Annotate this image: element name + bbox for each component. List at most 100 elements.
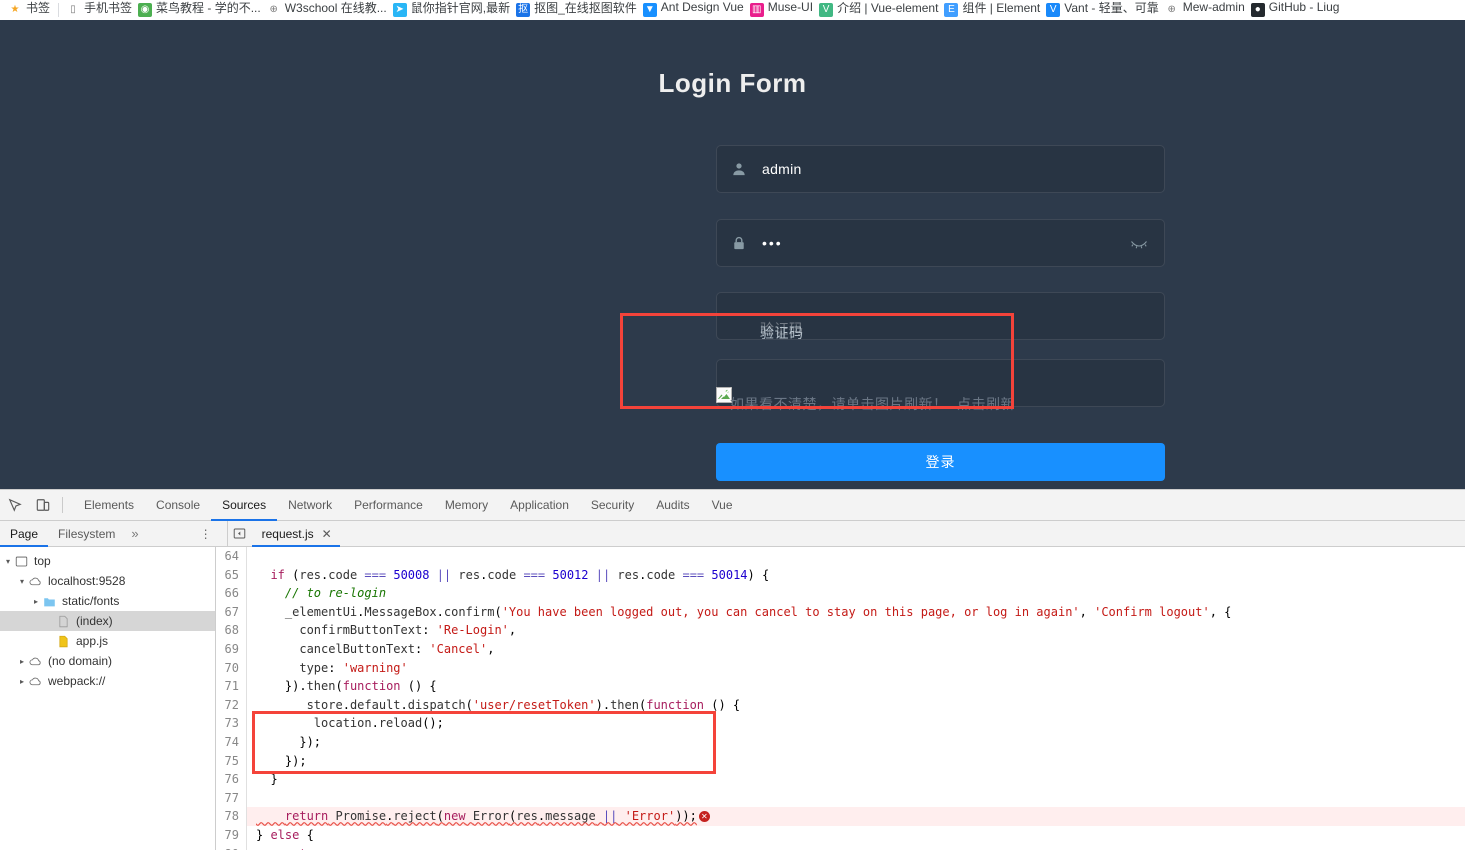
code-editor[interactable]: 6465 if (res.code === 50008 || res.code …: [217, 547, 1465, 850]
editor-file-tab[interactable]: request.js ✕: [252, 521, 340, 547]
close-icon[interactable]: ✕: [322, 521, 332, 547]
code-line[interactable]: 73 location.reload();: [217, 714, 1465, 733]
code-line[interactable]: 74 });: [217, 733, 1465, 752]
code-line[interactable]: 72 _store.default.dispatch('user/resetTo…: [217, 696, 1465, 715]
code-line[interactable]: 75 });: [217, 752, 1465, 771]
captcha-alt-text: 如果看不清楚，请单击图片刷新！: [730, 394, 948, 414]
code-line[interactable]: 79} else {: [217, 826, 1465, 845]
twisty-expanded-icon[interactable]: ▾: [16, 577, 28, 586]
code-line-text: [247, 547, 256, 566]
code-line-error[interactable]: 78 return Promise.reject(new Error(res.m…: [217, 807, 1465, 826]
code-line[interactable]: 65 if (res.code === 50008 || res.code ==…: [217, 566, 1465, 585]
bookmark-label: Vant - 轻量、可靠: [1064, 0, 1158, 16]
tree-row[interactable]: ▸ (no domain): [0, 651, 215, 671]
tab-performance[interactable]: Performance: [343, 490, 434, 521]
line-number: 65: [217, 566, 247, 585]
bookmark-item-4[interactable]: ⊕W3school 在线教...: [267, 0, 387, 20]
code-line[interactable]: 71 }).then(function () {: [217, 677, 1465, 696]
element-icon: E: [944, 3, 958, 17]
bookmark-label: 鼠你指针官网,最新: [411, 0, 510, 16]
tab-vue[interactable]: Vue: [701, 490, 744, 521]
bookmark-item-8[interactable]: ▥Muse-UI: [750, 0, 813, 20]
tree-row-label: top: [34, 554, 51, 568]
login-submit-button[interactable]: 登录: [716, 443, 1165, 481]
tab-security[interactable]: Security: [580, 490, 645, 521]
bookmark-item-6[interactable]: 抠抠图_在线抠图软件: [516, 0, 637, 20]
code-line[interactable]: 77: [217, 789, 1465, 808]
navigator-tab-list[interactable]: PageFilesystem: [0, 521, 125, 547]
eye-closed-icon[interactable]: [1130, 234, 1148, 252]
line-number: 68: [217, 621, 247, 640]
toolbar-divider: [62, 497, 63, 513]
bookmark-item-3[interactable]: ◉菜鸟教程 - 学的不...: [138, 0, 261, 20]
github-icon: ●: [1251, 3, 1265, 17]
code-line-text: }).then(function () {: [247, 677, 437, 696]
code-line[interactable]: 69 cancelButtonText: 'Cancel',: [217, 640, 1465, 659]
tree-row-label: localhost:9528: [48, 574, 125, 588]
twisty-collapsed-icon[interactable]: ▸: [16, 677, 28, 686]
code-line[interactable]: 76 }: [217, 770, 1465, 789]
bookmark-label: 组件 | Element: [962, 0, 1040, 16]
bookmark-item-12[interactable]: ⊕Mew-admin: [1165, 0, 1245, 20]
username-field[interactable]: admin: [716, 145, 1165, 193]
runoob-icon: ◉: [138, 3, 152, 17]
code-line-text: if (res.code === 50008 || res.code === 5…: [247, 566, 769, 585]
tree-row[interactable]: ▾ localhost:9528: [0, 571, 215, 591]
subtab-page[interactable]: Page: [0, 521, 48, 547]
captcha-refresh-link[interactable]: 点击刷新: [957, 394, 1015, 414]
bookmark-item-11[interactable]: VVant - 轻量、可靠: [1046, 0, 1158, 20]
sources-file-tree[interactable]: ▾ top ▾ localhost:9528 ▸static/fonts (index) a…: [0, 547, 216, 850]
tree-row-label: webpack://: [48, 674, 105, 688]
bookmark-label: Ant Design Vue: [661, 0, 744, 14]
bookmark-item-9[interactable]: V介绍 | Vue-element: [819, 0, 938, 20]
tab-application[interactable]: Application: [499, 490, 580, 521]
tree-row[interactable]: app.js: [0, 631, 215, 651]
username-value: admin: [762, 161, 802, 177]
tab-console[interactable]: Console: [145, 490, 211, 521]
tree-row[interactable]: ▸ webpack://: [0, 671, 215, 691]
bookmark-item-5[interactable]: ➤鼠你指针官网,最新: [393, 0, 510, 20]
muse-icon: ▥: [750, 3, 764, 17]
code-line-text: type: 'warning': [247, 659, 408, 678]
navigator-menu-kebab-icon[interactable]: ⋮: [197, 530, 215, 538]
device-toolbar-icon[interactable]: [30, 492, 56, 518]
tab-network[interactable]: Network: [277, 490, 343, 521]
password-field[interactable]: •••: [716, 219, 1165, 267]
bookmarks-bar[interactable]: ★书签 ▯手机书签 ◉菜鸟教程 - 学的不... ⊕W3school 在线教... ➤鼠…: [0, 0, 1465, 20]
twisty-expanded-icon[interactable]: ▾: [2, 557, 14, 566]
tree-row-label: (no domain): [48, 654, 112, 668]
tree-row[interactable]: ▾ top: [0, 551, 215, 571]
code-line-text: return Promise.reject(new Error(res.mess…: [247, 807, 710, 826]
code-line-text: }: [247, 770, 278, 789]
inspect-element-icon[interactable]: [2, 492, 28, 518]
bookmark-item-13[interactable]: ●GitHub - Liug: [1251, 0, 1340, 20]
code-line[interactable]: 66 // to re-login: [217, 584, 1465, 603]
code-line[interactable]: 68 confirmButtonText: 'Re-Login',: [217, 621, 1465, 640]
tree-row[interactable]: (index): [0, 611, 215, 631]
tab-sources[interactable]: Sources: [211, 490, 277, 521]
lock-icon: [732, 236, 746, 250]
tree-row-label: (index): [76, 614, 113, 628]
tab-elements[interactable]: Elements: [73, 490, 145, 521]
more-tabs-chevron-icon[interactable]: »: [125, 526, 144, 541]
twisty-collapsed-icon[interactable]: ▸: [16, 657, 28, 666]
code-line-text: });: [247, 752, 307, 771]
tree-row[interactable]: ▸static/fonts: [0, 591, 215, 611]
bookmark-item-2[interactable]: ▯手机书签: [66, 0, 132, 20]
code-line[interactable]: 67 _elementUi.MessageBox.confirm('You ha…: [217, 603, 1465, 622]
twisty-collapsed-icon[interactable]: ▸: [30, 597, 42, 606]
collapse-sidebar-icon[interactable]: [228, 521, 252, 547]
subtab-filesystem[interactable]: Filesystem: [48, 521, 125, 547]
code-line[interactable]: 64: [217, 547, 1465, 566]
code-line[interactable]: 70 type: 'warning': [217, 659, 1465, 678]
code-line[interactable]: 80 return res;: [217, 845, 1465, 850]
tab-audits[interactable]: Audits: [645, 490, 700, 521]
bookmark-item-7[interactable]: ▼Ant Design Vue: [643, 0, 744, 20]
bookmark-item-0[interactable]: ★书签: [8, 0, 50, 20]
bookmark-item-10[interactable]: E 组件 | Element: [944, 0, 1040, 20]
cloud-icon: [28, 654, 43, 668]
devtools-tab-list[interactable]: ElementsConsoleSourcesNetworkPerformance…: [73, 490, 744, 521]
star-icon: ★: [8, 3, 22, 17]
tab-memory[interactable]: Memory: [434, 490, 499, 521]
globe-icon: ⊕: [267, 3, 281, 17]
